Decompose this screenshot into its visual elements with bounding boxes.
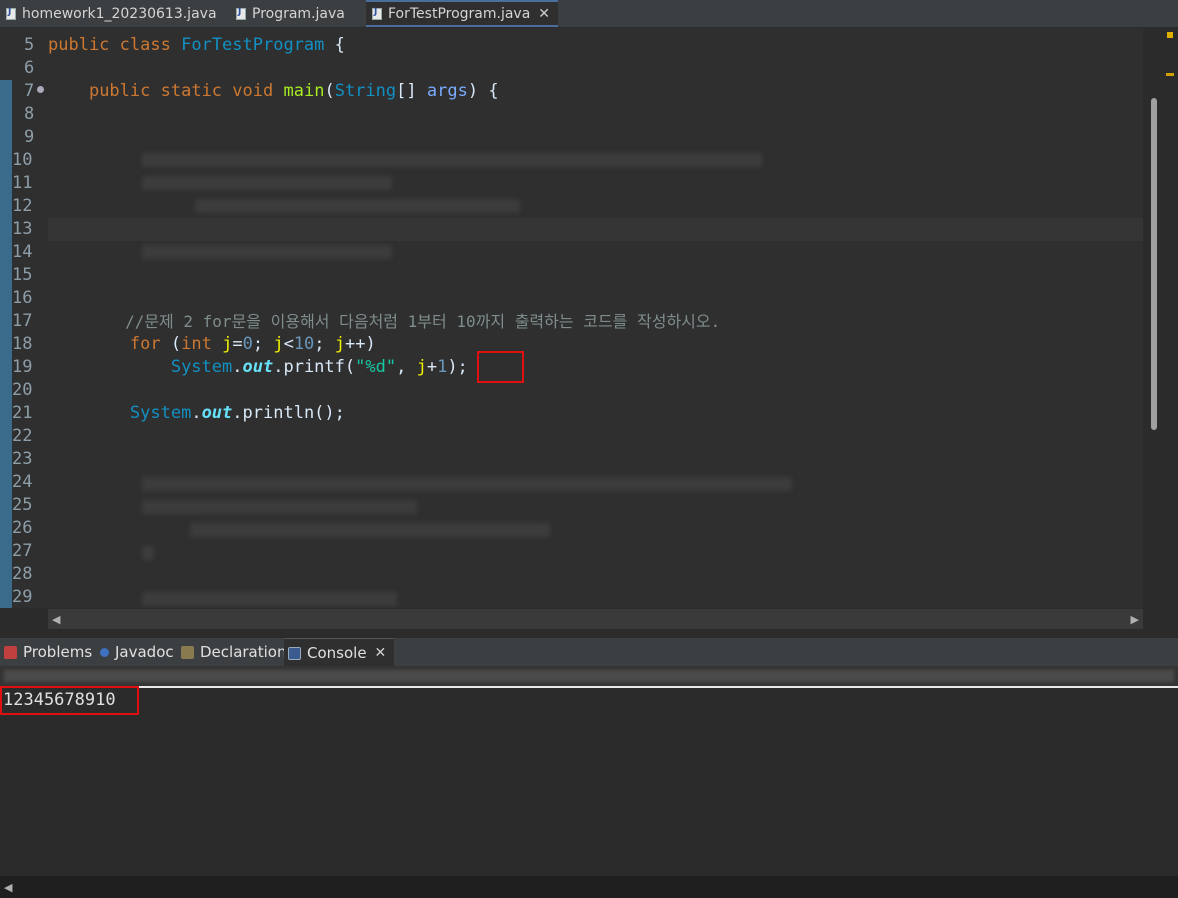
blurred-toolbar xyxy=(4,670,1174,682)
tab-label: homework1_20230613.java xyxy=(22,5,217,22)
blurred-code xyxy=(142,245,392,259)
blurred-code xyxy=(190,523,550,537)
java-file-icon xyxy=(372,7,382,20)
scrollbar-thumb[interactable] xyxy=(1151,98,1157,430)
warning-marker-icon[interactable] xyxy=(1167,32,1173,38)
code-editor[interactable]: 5 6 7 8 9 10 11 12 13 14 15 16 17 18 19 … xyxy=(0,28,1163,608)
line-number: 9 xyxy=(24,127,35,147)
close-icon[interactable]: ✕ xyxy=(375,645,387,661)
highlight-box-output xyxy=(0,686,139,715)
declaration-icon xyxy=(181,645,194,659)
line-number: 6 xyxy=(24,58,35,78)
line-number: 20 xyxy=(12,380,33,400)
blurred-code xyxy=(142,546,154,560)
line-number: 17 xyxy=(12,311,33,331)
blurred-code xyxy=(142,153,762,167)
line-number: 23 xyxy=(12,449,33,469)
line-number: 29 xyxy=(12,587,33,607)
tab-javadoc[interactable]: Javadoc xyxy=(100,638,174,666)
line-number-gutter: 5 6 7 8 9 10 11 12 13 14 15 16 17 18 19 … xyxy=(12,28,48,608)
line-number: 7 xyxy=(24,81,35,101)
tab-fortestprogram[interactable]: ForTestProgram.java ✕ xyxy=(366,0,559,27)
line-number: 28 xyxy=(12,564,33,584)
overview-ruler xyxy=(1163,28,1178,630)
scroll-left-arrow-icon[interactable]: ◀ xyxy=(4,881,12,894)
highlight-box-expression xyxy=(477,351,524,383)
code-line-7: public static void main(String[] args) { xyxy=(88,81,499,101)
editor-horizontal-scrollbar[interactable]: ◀ ▶ xyxy=(48,609,1143,629)
java-file-icon xyxy=(236,7,246,20)
scroll-right-arrow-icon[interactable]: ▶ xyxy=(1131,613,1139,626)
change-ruler xyxy=(0,28,12,608)
bottom-panel-tabs: Problems Javadoc Declaration Console ✕ xyxy=(0,638,1178,667)
tab-program[interactable]: Program.java xyxy=(236,0,345,27)
line-number: 19 xyxy=(12,357,33,377)
current-line-highlight xyxy=(48,218,1143,241)
line-number: 13 xyxy=(12,219,33,239)
line-number: 16 xyxy=(12,288,33,308)
line-number: 18 xyxy=(12,334,33,354)
line-number: 11 xyxy=(12,173,33,193)
line-number: 27 xyxy=(12,541,33,561)
tab-label: ForTestProgram.java xyxy=(388,5,531,22)
blurred-code xyxy=(142,176,392,190)
scroll-left-arrow-icon[interactable]: ◀ xyxy=(52,613,60,626)
java-file-icon xyxy=(6,7,16,20)
tab-problems[interactable]: Problems xyxy=(4,638,92,666)
code-line-17: //문제 2 for문을 이용해서 다음처럼 1부터 10까지 출력하는 코드를… xyxy=(125,312,721,331)
code-line-5: public class ForTestProgram { xyxy=(48,35,345,55)
line-number: 25 xyxy=(12,495,33,515)
line-number: 26 xyxy=(12,518,33,538)
tab-label: Program.java xyxy=(252,5,345,22)
line-number: 22 xyxy=(12,426,33,446)
line-number: 5 xyxy=(24,35,35,55)
line-number: 12 xyxy=(12,196,33,216)
tab-label: Javadoc xyxy=(115,643,174,661)
code-line-21: System.out.println(); xyxy=(129,403,345,423)
console-output-area[interactable]: 12345678910 xyxy=(0,688,1178,876)
fold-marker-icon[interactable] xyxy=(37,86,44,93)
code-line-19: System.out.printf("%d", j+1); xyxy=(170,357,468,377)
editor-tab-bar: homework1_20230613.java Program.java For… xyxy=(0,0,1178,28)
tab-homework1[interactable]: homework1_20230613.java xyxy=(6,0,217,27)
blurred-code xyxy=(195,199,520,213)
blurred-code xyxy=(142,477,792,491)
console-horizontal-scrollbar[interactable]: ◀ xyxy=(0,876,1178,898)
console-toolbar xyxy=(0,666,1178,686)
code-line-18: for (int j=0; j<10; j++) xyxy=(129,334,376,354)
console-icon xyxy=(288,646,301,660)
line-number: 24 xyxy=(12,472,33,492)
problems-icon xyxy=(4,645,17,659)
line-number: 21 xyxy=(12,403,33,423)
tab-console[interactable]: Console ✕ xyxy=(284,638,395,667)
blurred-code xyxy=(142,500,417,514)
javadoc-icon xyxy=(100,647,109,657)
line-number: 14 xyxy=(12,242,33,262)
tab-label: Declaration xyxy=(200,643,287,661)
occurrence-marker-icon[interactable] xyxy=(1166,73,1174,76)
blurred-code xyxy=(142,592,397,606)
line-number: 8 xyxy=(24,104,35,124)
line-number: 10 xyxy=(12,150,33,170)
tab-label: Console xyxy=(307,644,367,662)
tab-declaration[interactable]: Declaration xyxy=(181,638,286,666)
tab-label: Problems xyxy=(23,643,93,661)
line-number: 15 xyxy=(12,265,33,285)
close-icon[interactable]: ✕ xyxy=(538,6,550,22)
